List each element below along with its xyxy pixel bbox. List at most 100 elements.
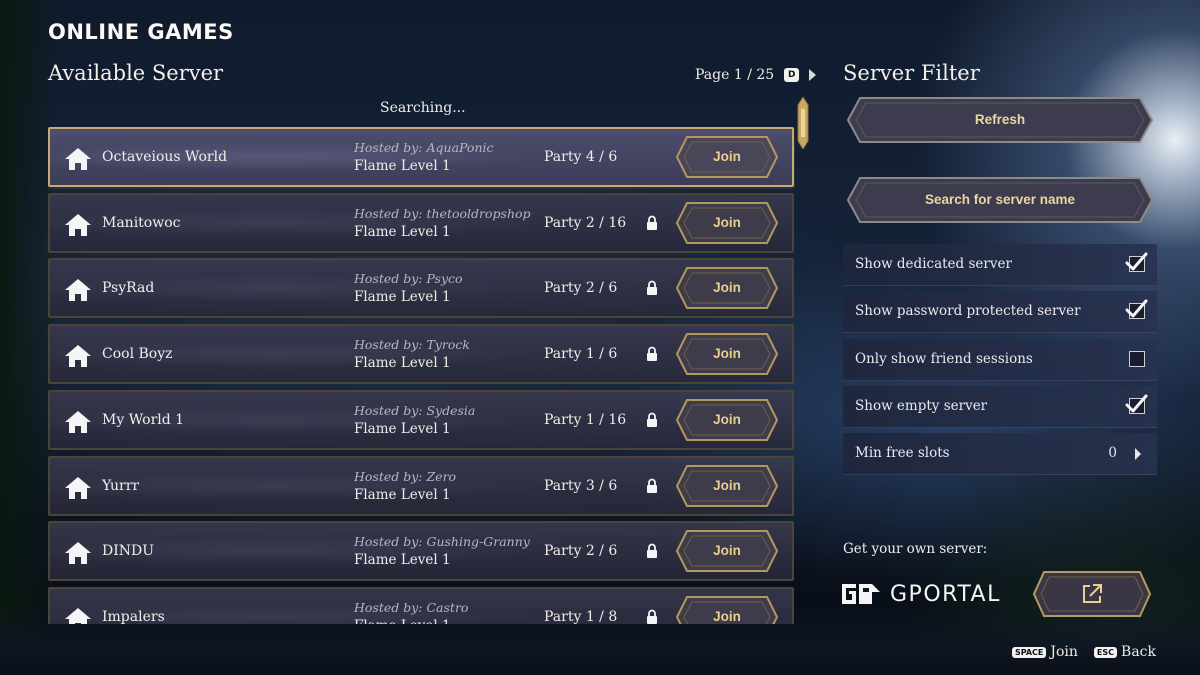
lock-icon (647, 543, 657, 558)
server-name: Impalers (102, 609, 165, 624)
search-status: Searching... (380, 100, 466, 116)
page-indicator[interactable]: Page 1 / 25 D (695, 67, 817, 83)
join-button[interactable]: Join (675, 595, 779, 624)
server-name: DINDU (102, 543, 155, 559)
search-server-label: Search for server name (924, 192, 1076, 207)
join-button[interactable]: Join (675, 266, 779, 310)
space-key: SPACE (1011, 646, 1047, 658)
join-button[interactable]: Join (675, 332, 779, 376)
flame-level: Flame Level 1 (354, 421, 451, 437)
lock-icon (647, 215, 657, 230)
server-name: Yurrr (102, 478, 140, 494)
min-free-slots-label: Min free slots (855, 445, 950, 461)
join-label: Join (713, 412, 741, 427)
flame-level: Flame Level 1 (354, 487, 451, 503)
empty-server-toggle[interactable]: Show empty server (843, 385, 1157, 428)
checkbox[interactable] (1129, 350, 1145, 367)
server-host: Hosted by: Zero (354, 469, 457, 484)
server-row[interactable]: DINDU Hosted by: Gushing-Granny Flame Leve… (48, 521, 794, 581)
server-name: My World 1 (102, 412, 185, 428)
join-button[interactable]: Join (675, 464, 779, 508)
section-title-server-filter: Server Filter (843, 61, 980, 85)
filter-option-label: Show empty server (855, 397, 988, 414)
gportal-mark-icon (842, 584, 880, 604)
refresh-label: Refresh (974, 112, 1026, 127)
server-host: Hosted by: Sydesia (354, 403, 476, 418)
esc-key: ESC (1093, 646, 1118, 658)
home-icon (65, 477, 91, 499)
join-label: Join (713, 478, 741, 493)
lock-icon (647, 280, 657, 295)
filter-option-label: Only show friend sessions (855, 350, 1033, 367)
server-row[interactable]: Cool Boyz Hosted by: Tyrock Flame Level 1 P… (48, 324, 794, 384)
server-name: Octaveious World (102, 149, 228, 165)
server-name: Cool Boyz (102, 346, 173, 362)
party-count: Party 1 / 16 (544, 412, 627, 428)
dedicated-server-toggle[interactable]: Show dedicated server (843, 244, 1157, 286)
gportal-brand: GPORTAL (890, 581, 1001, 607)
server-host: Hosted by: Tyrock (354, 337, 470, 352)
back-hint[interactable]: ESC Back (1093, 644, 1156, 660)
page-number: Page 1 / 25 (695, 67, 775, 83)
external-link-button[interactable] (1032, 570, 1152, 618)
party-count: Party 2 / 16 (544, 215, 627, 231)
chevron-right-icon[interactable] (809, 69, 817, 81)
flame-level: Flame Level 1 (354, 224, 451, 240)
back-hint-label: Back (1121, 644, 1156, 660)
refresh-button[interactable]: Refresh (846, 96, 1154, 144)
lock-icon (647, 478, 657, 493)
join-button[interactable]: Join (675, 135, 779, 179)
checkmark-icon (1125, 252, 1148, 271)
page-title: ONLINE GAMES (48, 20, 234, 44)
checkmark-icon (1125, 394, 1148, 413)
min-free-slots-row[interactable]: Min free slots 0 (843, 433, 1157, 475)
checkmark-icon (1125, 299, 1148, 318)
party-count: Party 1 / 6 (544, 346, 618, 362)
lock-icon (647, 346, 657, 361)
home-icon (65, 542, 91, 564)
server-row[interactable]: Yurrr Hosted by: Zero Flame Level 1 Party 3… (48, 456, 794, 516)
join-label: Join (713, 280, 741, 295)
friend-sessions-toggle[interactable]: Only show friend sessions (843, 338, 1157, 381)
party-count: Party 2 / 6 (544, 543, 618, 559)
scrollbar[interactable] (797, 97, 809, 624)
flame-level: Flame Level 1 (354, 289, 451, 305)
own-server-label: Get your own server: (843, 541, 988, 557)
server-host: Hosted by: AquaPonic (354, 140, 494, 155)
footer-hints: SPACE Join ESC Back (1011, 644, 1156, 660)
party-count: Party 4 / 6 (544, 149, 618, 165)
filter-option-label: Show dedicated server (855, 256, 1012, 272)
join-button[interactable]: Join (675, 398, 779, 442)
party-count: Party 1 / 8 (544, 609, 618, 624)
join-label: Join (713, 215, 741, 230)
party-count: Party 3 / 6 (544, 478, 618, 494)
join-button[interactable]: Join (675, 201, 779, 245)
search-server-button[interactable]: Search for server name (846, 176, 1154, 224)
server-host: Hosted by: Castro (354, 600, 469, 615)
join-label: Join (713, 346, 741, 361)
server-host: Hosted by: Psyco (354, 271, 463, 286)
lock-icon (647, 412, 657, 427)
home-icon (65, 411, 91, 433)
server-row[interactable]: PsyRad Hosted by: Psyco Flame Level 1 Party… (48, 258, 794, 318)
home-icon (65, 148, 91, 170)
server-row[interactable]: Impalers Hosted by: Castro Flame Level 1 Pa… (48, 587, 794, 624)
home-icon (65, 608, 91, 624)
flame-level: Flame Level 1 (354, 618, 451, 624)
join-button[interactable]: Join (675, 529, 779, 573)
home-icon (65, 345, 91, 367)
filter-option-label: Show password protected server (855, 303, 1081, 320)
section-title-available-server: Available Server (48, 61, 224, 85)
flame-level: Flame Level 1 (354, 552, 451, 568)
chevron-right-icon[interactable] (1135, 448, 1141, 460)
password-protected-toggle[interactable]: Show password protected server (843, 291, 1157, 334)
server-list[interactable]: Octaveious World Hosted by: AquaPonic Flam… (48, 127, 795, 624)
server-row[interactable]: My World 1 Hosted by: Sydesia Flame Level … (48, 390, 794, 450)
join-hint[interactable]: SPACE Join (1011, 644, 1078, 660)
gportal-logo: GPORTAL (842, 580, 1022, 608)
server-row[interactable]: Manitowoc Hosted by: thetooldropshop Flame… (48, 193, 794, 253)
server-row[interactable]: Octaveious World Hosted by: AquaPonic Flam… (48, 127, 794, 187)
server-name: Manitowoc (102, 215, 181, 231)
external-link-icon (1083, 584, 1102, 603)
scrollbar-thumb[interactable] (797, 97, 809, 149)
